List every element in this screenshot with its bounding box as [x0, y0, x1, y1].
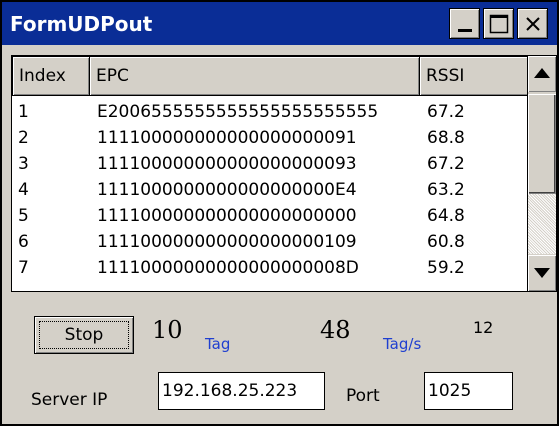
- tag-count-unit: Tag: [205, 335, 231, 353]
- arrow-up-icon: [534, 68, 550, 78]
- row-index: 5: [18, 206, 29, 226]
- row-index: 6: [18, 232, 29, 252]
- row-index: 1: [18, 102, 29, 122]
- minimize-icon: [458, 29, 472, 32]
- row-epc: 111100000000000000000109: [97, 232, 357, 252]
- extra-count: 12: [473, 318, 494, 337]
- tag-count-value: 10: [152, 316, 183, 344]
- server-ip-label: Server IP: [31, 390, 108, 410]
- read-rate-unit: Tag/s: [383, 335, 422, 353]
- row-epc: E2006555555555555555555555: [97, 102, 379, 122]
- row-rssi: 67.2: [427, 154, 465, 174]
- window-title: FormUDPout: [10, 12, 153, 36]
- server-ip-field[interactable]: 192.168.25.223: [158, 372, 325, 410]
- table-row[interactable]: 6 111100000000000000000109 60.8: [12, 230, 465, 256]
- row-index: 3: [18, 154, 29, 174]
- table-row[interactable]: 2 111100000000000000000091 68.8: [12, 126, 465, 152]
- stop-button-label: Stop: [64, 325, 104, 345]
- row-epc: 1111000000000000000000E4: [97, 180, 357, 200]
- vertical-scrollbar[interactable]: [527, 55, 557, 292]
- table-row[interactable]: 5 111100000000000000000000 64.8: [12, 204, 465, 230]
- column-header-index[interactable]: Index: [12, 56, 90, 96]
- table-row[interactable]: 7 11110000000000000000008D 59.2: [12, 256, 465, 282]
- read-rate-value: 48: [320, 316, 351, 344]
- scrollbar-thumb[interactable]: [528, 94, 556, 194]
- row-index: 7: [18, 258, 29, 278]
- port-field[interactable]: 1025: [424, 372, 513, 410]
- column-header-epc[interactable]: EPC: [89, 56, 420, 96]
- row-rssi: 63.2: [427, 180, 465, 200]
- scrollbar-track[interactable]: [528, 194, 556, 254]
- row-epc: 11110000000000000000008D: [97, 258, 359, 278]
- close-button[interactable]: [517, 8, 548, 39]
- title-bar[interactable]: FormUDPout: [2, 2, 557, 45]
- app-window: FormUDPout Index EPC RSSI 1 E20065555555…: [0, 0, 559, 426]
- row-rssi: 68.8: [427, 128, 465, 148]
- close-icon: [526, 17, 540, 31]
- scroll-up-button[interactable]: [528, 56, 556, 92]
- arrow-down-icon: [534, 268, 550, 278]
- row-epc: 111100000000000000000091: [97, 128, 357, 148]
- row-rssi: 67.2: [427, 102, 465, 122]
- row-index: 4: [18, 180, 29, 200]
- maximize-icon: [489, 14, 509, 34]
- table-row[interactable]: 1 E2006555555555555555555555 67.2: [12, 100, 465, 126]
- maximize-button[interactable]: [483, 8, 514, 39]
- port-label: Port: [346, 386, 380, 406]
- header-label: EPC: [96, 66, 129, 86]
- tag-list[interactable]: Index EPC RSSI 1 E2006555555555555555555…: [11, 55, 528, 292]
- header-label: Index: [19, 66, 66, 86]
- minimize-button[interactable]: [449, 8, 480, 39]
- row-rssi: 60.8: [427, 232, 465, 252]
- scroll-down-button[interactable]: [528, 255, 556, 291]
- row-epc: 111100000000000000000000: [97, 206, 357, 226]
- row-epc: 111100000000000000000093: [97, 154, 357, 174]
- column-header-rssi[interactable]: RSSI: [419, 56, 527, 96]
- stop-button[interactable]: Stop: [34, 316, 134, 354]
- row-index: 2: [18, 128, 29, 148]
- header-label: RSSI: [426, 66, 465, 86]
- row-rssi: 64.8: [427, 206, 465, 226]
- row-rssi: 59.2: [427, 258, 465, 278]
- table-row[interactable]: 3 111100000000000000000093 67.2: [12, 152, 465, 178]
- table-row[interactable]: 4 1111000000000000000000E4 63.2: [12, 178, 465, 204]
